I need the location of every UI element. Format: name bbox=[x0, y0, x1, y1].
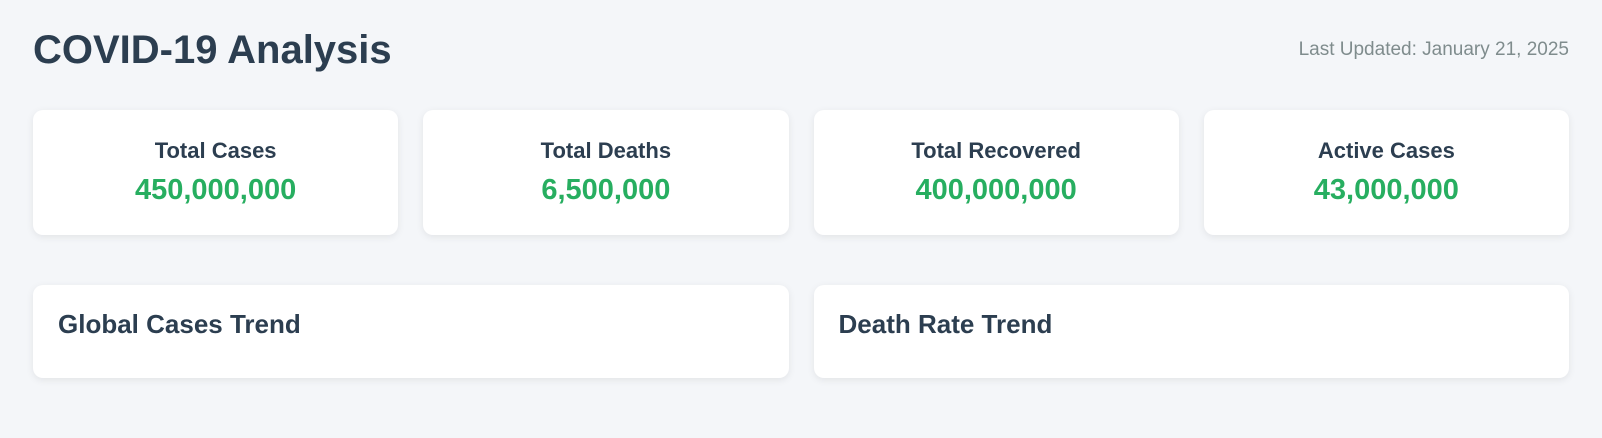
chart-card-global-cases: Global Cases Trend bbox=[33, 285, 789, 378]
stat-card-total-cases: Total Cases 450,000,000 bbox=[33, 110, 399, 235]
stat-label: Total Deaths bbox=[540, 138, 672, 163]
charts-row: Global Cases Trend Death Rate Trend bbox=[33, 285, 1569, 378]
chart-card-death-rate: Death Rate Trend bbox=[813, 285, 1569, 378]
stat-card-total-deaths: Total Deaths 6,500,000 bbox=[423, 110, 789, 235]
dashboard-page: COVID-19 Analysis Last Updated: January … bbox=[0, 0, 1602, 438]
stats-row: Total Cases 450,000,000 Total Deaths 6,5… bbox=[33, 110, 1569, 235]
stat-label: Total Recovered bbox=[911, 138, 1081, 163]
stat-card-total-recovered: Total Recovered 400,000,000 bbox=[813, 110, 1179, 235]
stat-value: 450,000,000 bbox=[134, 174, 297, 206]
stat-card-active-cases: Active Cases 43,000,000 bbox=[1203, 110, 1569, 235]
stat-label: Active Cases bbox=[1317, 138, 1455, 163]
chart-title: Global Cases Trend bbox=[58, 309, 301, 339]
chart-title: Death Rate Trend bbox=[838, 309, 1053, 339]
last-updated-text: Last Updated: January 21, 2025 bbox=[1298, 39, 1569, 60]
stat-value: 43,000,000 bbox=[1313, 174, 1459, 206]
stat-value: 6,500,000 bbox=[541, 174, 671, 206]
stat-label: Total Cases bbox=[154, 138, 277, 163]
stat-value: 400,000,000 bbox=[915, 174, 1077, 206]
header: COVID-19 Analysis Last Updated: January … bbox=[33, 0, 1569, 100]
page-title: COVID-19 Analysis bbox=[33, 27, 392, 72]
